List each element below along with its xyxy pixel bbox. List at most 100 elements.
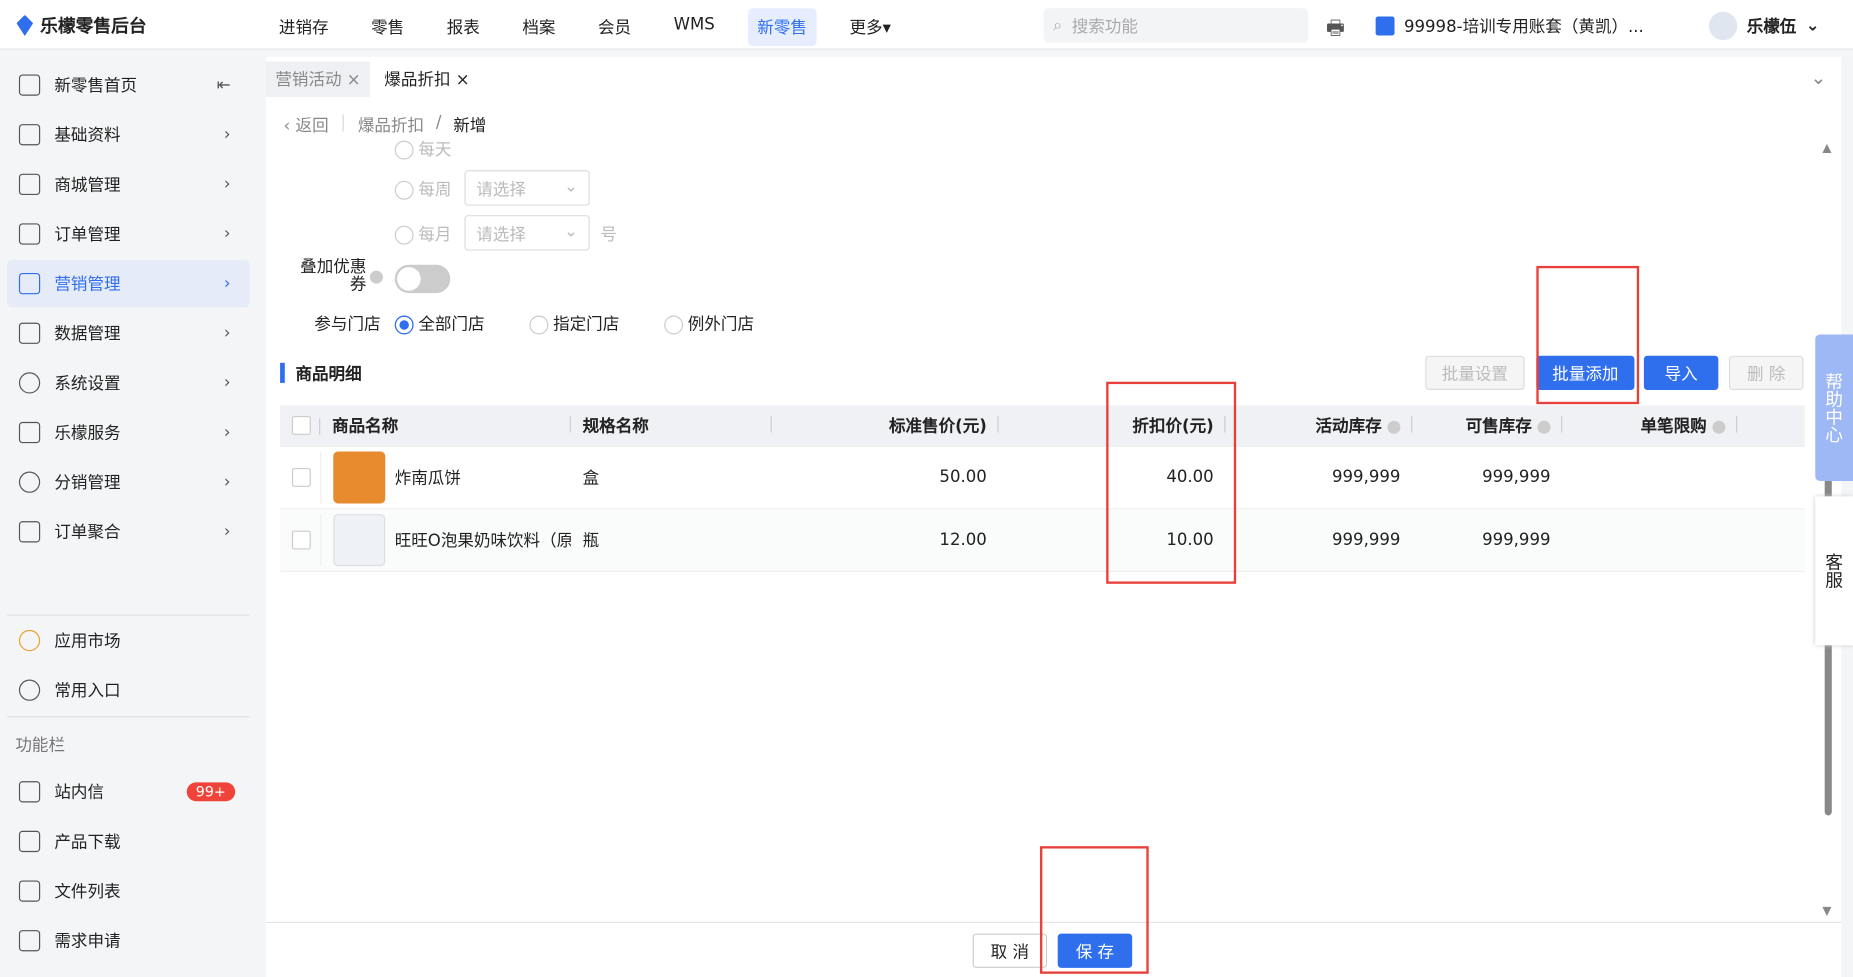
help-icon[interactable] — [1712, 420, 1726, 434]
row-checkbox[interactable] — [291, 530, 311, 550]
column-label: 活动库存 — [1315, 417, 1382, 437]
chart-icon — [18, 322, 41, 344]
chevron-down-icon[interactable]: ⌄ — [1811, 66, 1827, 88]
column-header: 规格名称 — [571, 414, 772, 438]
cancel-button[interactable]: 取 消 — [972, 933, 1048, 968]
column-header: 商品名称 — [320, 414, 571, 438]
highlight-box — [1536, 265, 1640, 405]
price-cell: 50.00 — [939, 467, 987, 487]
sidebar-item-requests[interactable]: 需求申请 — [7, 917, 249, 964]
radio-all-stores[interactable]: 全部门店 — [394, 312, 485, 336]
chevron-down-icon: ⌄ — [1805, 16, 1820, 36]
radio-label: 每月 — [418, 225, 452, 245]
sidebar-item-data[interactable]: 数据管理 › — [7, 310, 249, 357]
sidebar-item-app-market[interactable]: 应用市场 — [7, 617, 249, 664]
select-placeholder: 请选择 — [476, 180, 526, 200]
chevron-right-icon: › — [223, 373, 231, 393]
sidebar-item-label: 订单聚合 — [54, 523, 121, 543]
radio-circle — [394, 225, 414, 245]
radio-weekly[interactable]: 每周 — [394, 177, 451, 201]
select-placeholder: 请选择 — [476, 225, 526, 245]
delete-button[interactable]: 删 除 — [1728, 355, 1804, 390]
nav-item[interactable]: 档案 — [513, 8, 565, 46]
row-checkbox[interactable] — [291, 467, 311, 487]
printer-icon[interactable]: 🖶 — [1326, 13, 1345, 47]
scroll-up-icon[interactable]: ▲ — [1822, 142, 1831, 155]
radio-daily[interactable]: 每天 — [394, 137, 451, 161]
radio-specified-stores[interactable]: 指定门店 — [529, 312, 619, 336]
sidebar-item-service[interactable]: 乐檬服务 › — [7, 409, 249, 456]
user-menu[interactable]: 乐檬伍 ⌄ — [1708, 11, 1820, 41]
help-center-label: 帮助中心 — [1822, 372, 1845, 444]
sidebar-item-files[interactable]: 文件列表 — [7, 867, 249, 914]
sidebar-item-basic[interactable]: 基础资料 › — [7, 111, 249, 158]
nav-item-more[interactable]: 更多▾ — [840, 8, 900, 46]
sidebar-item-mall[interactable]: 商城管理 › — [7, 161, 249, 208]
sidebar-item-marketing[interactable]: 营销管理 › — [7, 259, 250, 308]
nav-item[interactable]: 进销存 — [269, 8, 338, 46]
product-name: 炸南瓜饼 — [394, 469, 461, 489]
coupon-toggle[interactable] — [394, 264, 451, 294]
nav-item-active[interactable]: 新零售 — [747, 8, 817, 47]
help-icon[interactable] — [1387, 420, 1401, 434]
tab-hot-discount[interactable]: 爆品折扣 × — [374, 61, 480, 97]
row-select-cell — [280, 467, 320, 487]
radio-label: 例外门店 — [687, 315, 754, 335]
sidebar: 新零售首页 ⇤ 基础资料 › 商城管理 › 订单管理 › 营销管理 › 数据管理 › 系统设… — [0, 49, 263, 977]
radio-circle — [529, 315, 549, 335]
search-input[interactable]: ⌕ 搜索功能 — [1043, 8, 1309, 43]
app-market-icon — [18, 629, 41, 652]
radio-monthly[interactable]: 每月 — [394, 222, 452, 246]
chevron-right-icon: › — [223, 423, 231, 442]
monthly-select[interactable]: 请选择 ⌄ — [464, 215, 590, 251]
chevron-down-icon: ⌄ — [564, 222, 578, 242]
mail-icon — [18, 781, 41, 803]
batch-set-button[interactable]: 批量设置 — [1425, 355, 1525, 390]
activity-stock-cell[interactable]: 999,999 — [1226, 468, 1413, 487]
unread-badge: 99+ — [186, 782, 236, 802]
scroll-down-icon[interactable]: ▼ — [1822, 905, 1831, 918]
help-icon[interactable] — [369, 270, 383, 284]
sidebar-item-aggregate[interactable]: 订单聚合 › — [7, 508, 249, 555]
brand-logo[interactable]: 乐檬零售后台 — [16, 13, 147, 38]
sidebar-item-messages[interactable]: 站内信 99+ — [7, 768, 249, 815]
account-selector[interactable]: 99998-培训专用账套（黄凯）... — [1375, 14, 1644, 38]
weekly-select[interactable]: 请选择 ⌄ — [464, 170, 590, 206]
avatar — [1708, 11, 1738, 41]
help-center-button[interactable]: 帮助中心 — [1815, 334, 1853, 481]
import-button[interactable]: 导入 — [1643, 355, 1719, 390]
sidebar-item-home[interactable]: 新零售首页 ⇤ — [7, 61, 249, 108]
logo-icon — [16, 14, 34, 37]
sidebar-item-label: 新零售首页 — [54, 76, 138, 96]
breadcrumb-current: 新增 — [453, 116, 487, 136]
nav-item[interactable]: 零售 — [362, 8, 414, 46]
nav-item[interactable]: 会员 — [589, 8, 641, 46]
activity-stock-cell[interactable]: 999,999 — [1226, 531, 1413, 550]
back-link[interactable]: ‹ 返回 — [284, 113, 329, 137]
column-header: 标准售价(元) — [772, 414, 999, 438]
request-icon — [18, 930, 41, 952]
radio-excluded-stores[interactable]: 例外门店 — [664, 312, 754, 336]
select-all-checkbox[interactable] — [291, 415, 311, 435]
sidebar-item-download[interactable]: 产品下载 — [7, 818, 249, 865]
sidebar-item-distribution[interactable]: 分销管理 › — [7, 459, 249, 506]
coupon-label: 叠加优惠券 — [300, 257, 367, 295]
collapse-icon[interactable]: ⇤ — [217, 76, 231, 95]
sidebar-item-settings[interactable]: 系统设置 › — [7, 359, 249, 406]
nav-item[interactable]: 报表 — [437, 8, 489, 46]
sidebar-item-orders[interactable]: 订单管理 › — [7, 210, 249, 257]
radio-circle — [394, 180, 414, 200]
help-icon[interactable] — [1537, 420, 1551, 434]
product-image — [333, 451, 386, 504]
nav-item[interactable]: WMS — [664, 8, 724, 46]
divider — [7, 716, 250, 718]
breadcrumb-parent[interactable]: 爆品折扣 — [358, 113, 424, 137]
sidebar-item-favorites[interactable]: 常用入口 — [7, 667, 249, 714]
customer-service-button[interactable]: 客服 — [1815, 496, 1853, 646]
sidebar-item-label: 产品下载 — [54, 833, 121, 853]
brand-name: 乐檬零售后台 — [40, 15, 147, 37]
chevron-right-icon: › — [223, 125, 231, 145]
column-label: 可售库存 — [1465, 417, 1532, 437]
home-icon — [18, 74, 41, 96]
tab-marketing-activity[interactable]: 营销活动 × — [265, 61, 371, 97]
